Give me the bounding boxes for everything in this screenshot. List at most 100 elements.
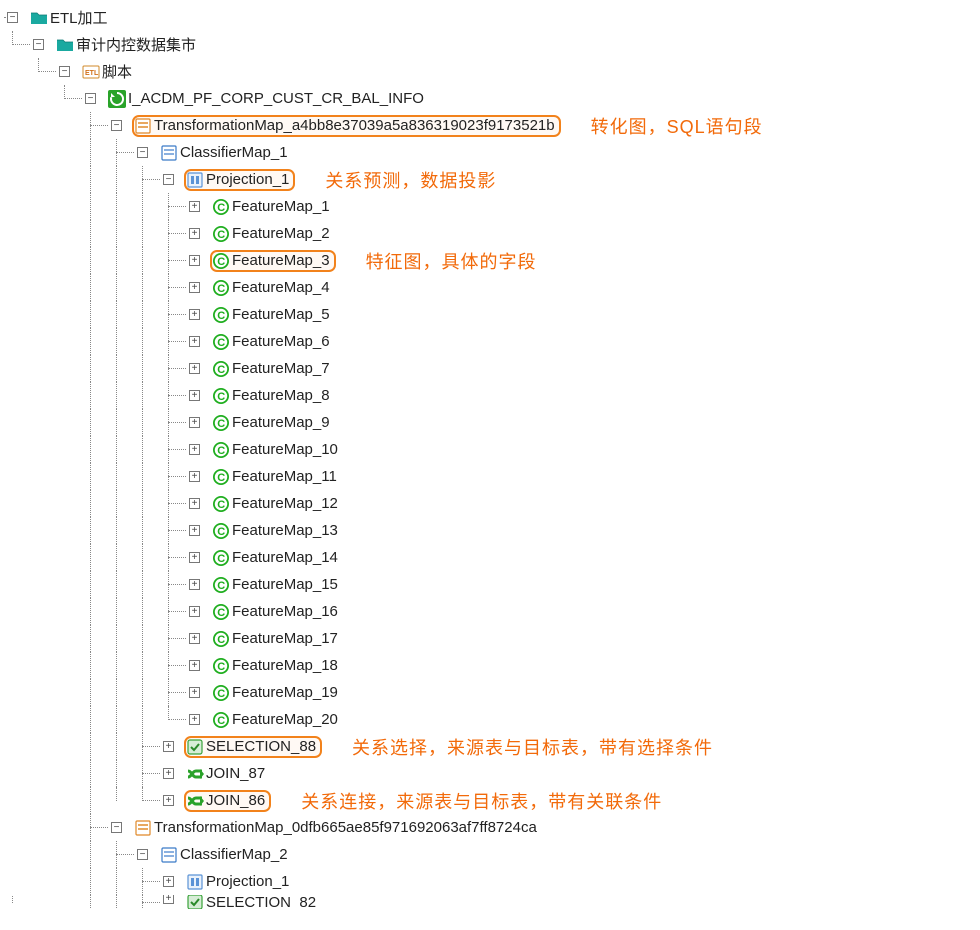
node-label: FeatureMap_13 — [232, 522, 338, 539]
expand-toggle[interactable]: + — [189, 228, 200, 239]
projection-icon — [186, 873, 204, 891]
tree-node-feature[interactable]: + FeatureMap_5 — [4, 301, 976, 328]
collapse-toggle[interactable]: − — [33, 39, 44, 50]
expand-toggle[interactable]: + — [189, 201, 200, 212]
tree-node-feature[interactable]: + FeatureMap_10 — [4, 436, 976, 463]
collapse-toggle[interactable]: − — [85, 93, 96, 104]
node-label: FeatureMap_6 — [232, 333, 330, 350]
tree-node-proj1[interactable]: − Projection_1 关系预测，数据投影 — [4, 166, 976, 193]
node-label: FeatureMap_4 — [232, 279, 330, 296]
node-label: ClassifierMap_1 — [180, 144, 288, 161]
collapse-toggle[interactable]: − — [111, 822, 122, 833]
collapse-toggle[interactable]: − — [137, 147, 148, 158]
tree-node-root[interactable]: − ETL加工 — [4, 4, 976, 31]
tree-node-cmap2[interactable]: − ClassifierMap_2 — [4, 841, 976, 868]
expand-toggle[interactable]: + — [189, 309, 200, 320]
tree-root: − ETL加工 − 审计内控数据集市 − 脚本 − I_ACDM_PF_CORP… — [4, 4, 976, 909]
node-label: JOIN_87 — [206, 765, 265, 782]
tree-node-feature[interactable]: + FeatureMap_4 — [4, 274, 976, 301]
expand-toggle[interactable]: + — [189, 579, 200, 590]
feature-map-icon — [212, 495, 230, 513]
tree-node-feature[interactable]: + FeatureMap_20 — [4, 706, 976, 733]
tree-node-feature[interactable]: +FeatureMap_3特征图，具体的字段 — [4, 247, 976, 274]
feature-map-icon — [212, 522, 230, 540]
node-label: FeatureMap_5 — [232, 306, 330, 323]
expand-toggle[interactable]: + — [189, 282, 200, 293]
expand-toggle[interactable]: + — [189, 444, 200, 455]
tree-node-join86[interactable]: + JOIN_86 关系连接，来源表与目标表，带有关联条件 — [4, 787, 976, 814]
tree-node-feature[interactable]: +FeatureMap_8 — [4, 382, 976, 409]
node-label: FeatureMap_10 — [232, 441, 338, 458]
collapse-toggle[interactable]: − — [7, 12, 18, 23]
annotation-proj: 关系预测，数据投影 — [325, 167, 496, 193]
tree-node-feature[interactable]: + FeatureMap_12 — [4, 490, 976, 517]
tree-node-feature[interactable]: + FeatureMap_11 — [4, 463, 976, 490]
node-label: ETL加工 — [50, 7, 108, 28]
expand-toggle[interactable]: + — [163, 795, 174, 806]
node-label: FeatureMap_7 — [232, 360, 330, 377]
etl-icon — [82, 63, 100, 81]
expand-toggle[interactable]: + — [189, 498, 200, 509]
collapse-toggle[interactable]: − — [59, 66, 70, 77]
expand-toggle[interactable]: + — [163, 768, 174, 779]
expand-toggle[interactable]: + — [189, 552, 200, 563]
expand-toggle[interactable]: + — [189, 660, 200, 671]
tree-node-feature[interactable]: + FeatureMap_6 — [4, 328, 976, 355]
tree-node-sel88[interactable]: + SELECTION_88 关系选择，来源表与目标表，带有选择条件 — [4, 733, 976, 760]
expand-toggle[interactable]: + — [189, 714, 200, 725]
collapse-toggle[interactable]: − — [111, 120, 122, 131]
tree-node-l1[interactable]: − 审计内控数据集市 — [4, 31, 976, 58]
expand-toggle[interactable]: + — [189, 471, 200, 482]
join-icon — [186, 792, 204, 810]
node-label: FeatureMap_20 — [232, 711, 338, 728]
node-label: SELECTION_88 — [206, 738, 316, 755]
tree-node-feature[interactable]: +FeatureMap_14 — [4, 544, 976, 571]
refresh-icon — [108, 90, 126, 108]
tree-node-l2[interactable]: − 脚本 — [4, 58, 976, 85]
node-label: FeatureMap_19 — [232, 684, 338, 701]
expand-toggle[interactable]: + — [189, 633, 200, 644]
expand-toggle[interactable]: + — [189, 390, 200, 401]
selection-icon — [186, 895, 204, 909]
classifier-map-icon — [160, 846, 178, 864]
tree-node-join87[interactable]: + JOIN_87 — [4, 760, 976, 787]
tree-node-feature[interactable]: + FeatureMap_13 — [4, 517, 976, 544]
tree-node-cmap1[interactable]: − ClassifierMap_1 — [4, 139, 976, 166]
tree-node-feature[interactable]: +FeatureMap_17 — [4, 625, 976, 652]
tree-node-feature[interactable]: +FeatureMap_2 — [4, 220, 976, 247]
tree-node-feature[interactable]: + FeatureMap_7 — [4, 355, 976, 382]
tree-node-tmap2[interactable]: − TransformationMap_0dfb665ae85f97169206… — [4, 814, 976, 841]
tree-node-feature[interactable]: +FeatureMap_9 — [4, 409, 976, 436]
collapse-toggle[interactable]: − — [163, 174, 174, 185]
highlighted-node: TransformationMap_a4bb8e37039a5a83631902… — [132, 115, 561, 137]
join-icon — [186, 765, 204, 783]
tree-node-feature[interactable]: + FeatureMap_19 — [4, 679, 976, 706]
tree-node-sel82[interactable]: + SELECTION_82 — [4, 895, 976, 909]
expand-toggle[interactable]: + — [189, 363, 200, 374]
tree-node-proj2[interactable]: + Projection_1 — [4, 868, 976, 895]
expand-toggle[interactable]: + — [189, 606, 200, 617]
node-label: FeatureMap_11 — [232, 468, 337, 485]
expand-toggle[interactable]: + — [189, 336, 200, 347]
tree-node-tmap1[interactable]: − TransformationMap_a4bb8e37039a5a836319… — [4, 112, 976, 139]
expand-toggle[interactable]: + — [189, 687, 200, 698]
annotation-sel: 关系选择，来源表与目标表，带有选择条件 — [352, 734, 713, 760]
collapse-toggle[interactable]: − — [137, 849, 148, 860]
feature-map-icon — [212, 225, 230, 243]
node-label: JOIN_86 — [206, 792, 265, 809]
expand-toggle[interactable]: + — [163, 876, 174, 887]
tree-node-l3[interactable]: − I_ACDM_PF_CORP_CUST_CR_BAL_INFO — [4, 85, 976, 112]
expand-toggle[interactable]: + — [189, 525, 200, 536]
node-label: FeatureMap_12 — [232, 495, 338, 512]
feature-map-icon — [212, 441, 230, 459]
tree-node-feature[interactable]: +FeatureMap_18 — [4, 652, 976, 679]
expand-toggle[interactable]: + — [163, 895, 174, 904]
feature-map-icon — [212, 468, 230, 486]
expand-toggle[interactable]: + — [189, 417, 200, 428]
expand-toggle[interactable]: + — [189, 255, 200, 266]
expand-toggle[interactable]: + — [163, 741, 174, 752]
tree-node-feature[interactable]: +FeatureMap_1 — [4, 193, 976, 220]
tree-node-feature[interactable]: +FeatureMap_15 — [4, 571, 976, 598]
tree-node-feature[interactable]: +FeatureMap_16 — [4, 598, 976, 625]
feature-map-icon — [212, 549, 230, 567]
